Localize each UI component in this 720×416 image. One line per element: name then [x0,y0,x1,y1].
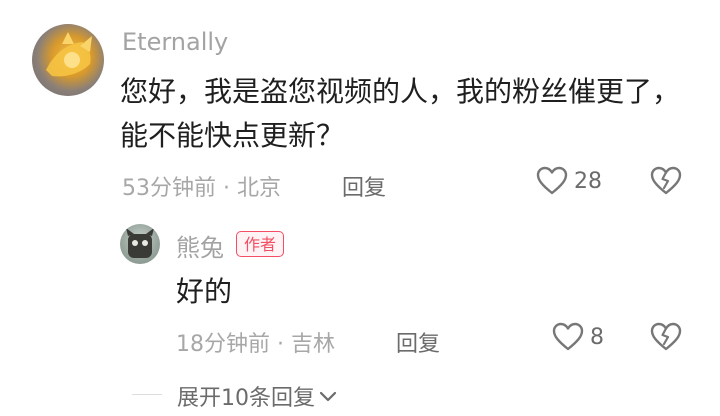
reply-reply-button[interactable]: 回复 [396,326,440,358]
comment-username[interactable]: Eternally [122,28,228,56]
broken-heart-icon [650,322,682,351]
author-badge: 作者 [236,231,285,257]
comment-reply-button[interactable]: 回复 [342,170,386,202]
avatar-image [46,32,92,77]
like-count: 28 [574,168,602,194]
reply-text: 好的 [176,275,233,308]
reply-avatar[interactable] [120,224,160,264]
reply-avatar-image [126,228,154,258]
broken-heart-icon [650,166,682,195]
comment-meta: 53分钟前 · 北京 [122,176,281,201]
reply-dislike-button[interactable] [650,322,682,356]
heart-icon [552,322,584,351]
reply-username[interactable]: 熊兔 [176,228,224,263]
heart-icon [536,166,568,195]
chevron-down-icon [319,391,337,402]
comment-text-line-2: 能不能快点更新？ [120,119,345,152]
expand-replies-label: 展开10条回复 [177,386,315,411]
comment-text-line-1: 您好，我是盗您视频的人，我的粉丝催更了， [120,75,681,108]
comment-dislike-button[interactable] [650,166,682,200]
avatar[interactable] [32,24,104,96]
comment-like-button[interactable]: 28 [536,166,602,196]
like-count: 8 [590,324,604,350]
expand-divider [132,394,162,395]
expand-replies-button[interactable]: 展开10条回复 [177,380,337,412]
reply-like-button[interactable]: 8 [552,322,604,352]
reply-meta: 18分钟前 · 吉林 [176,332,335,357]
